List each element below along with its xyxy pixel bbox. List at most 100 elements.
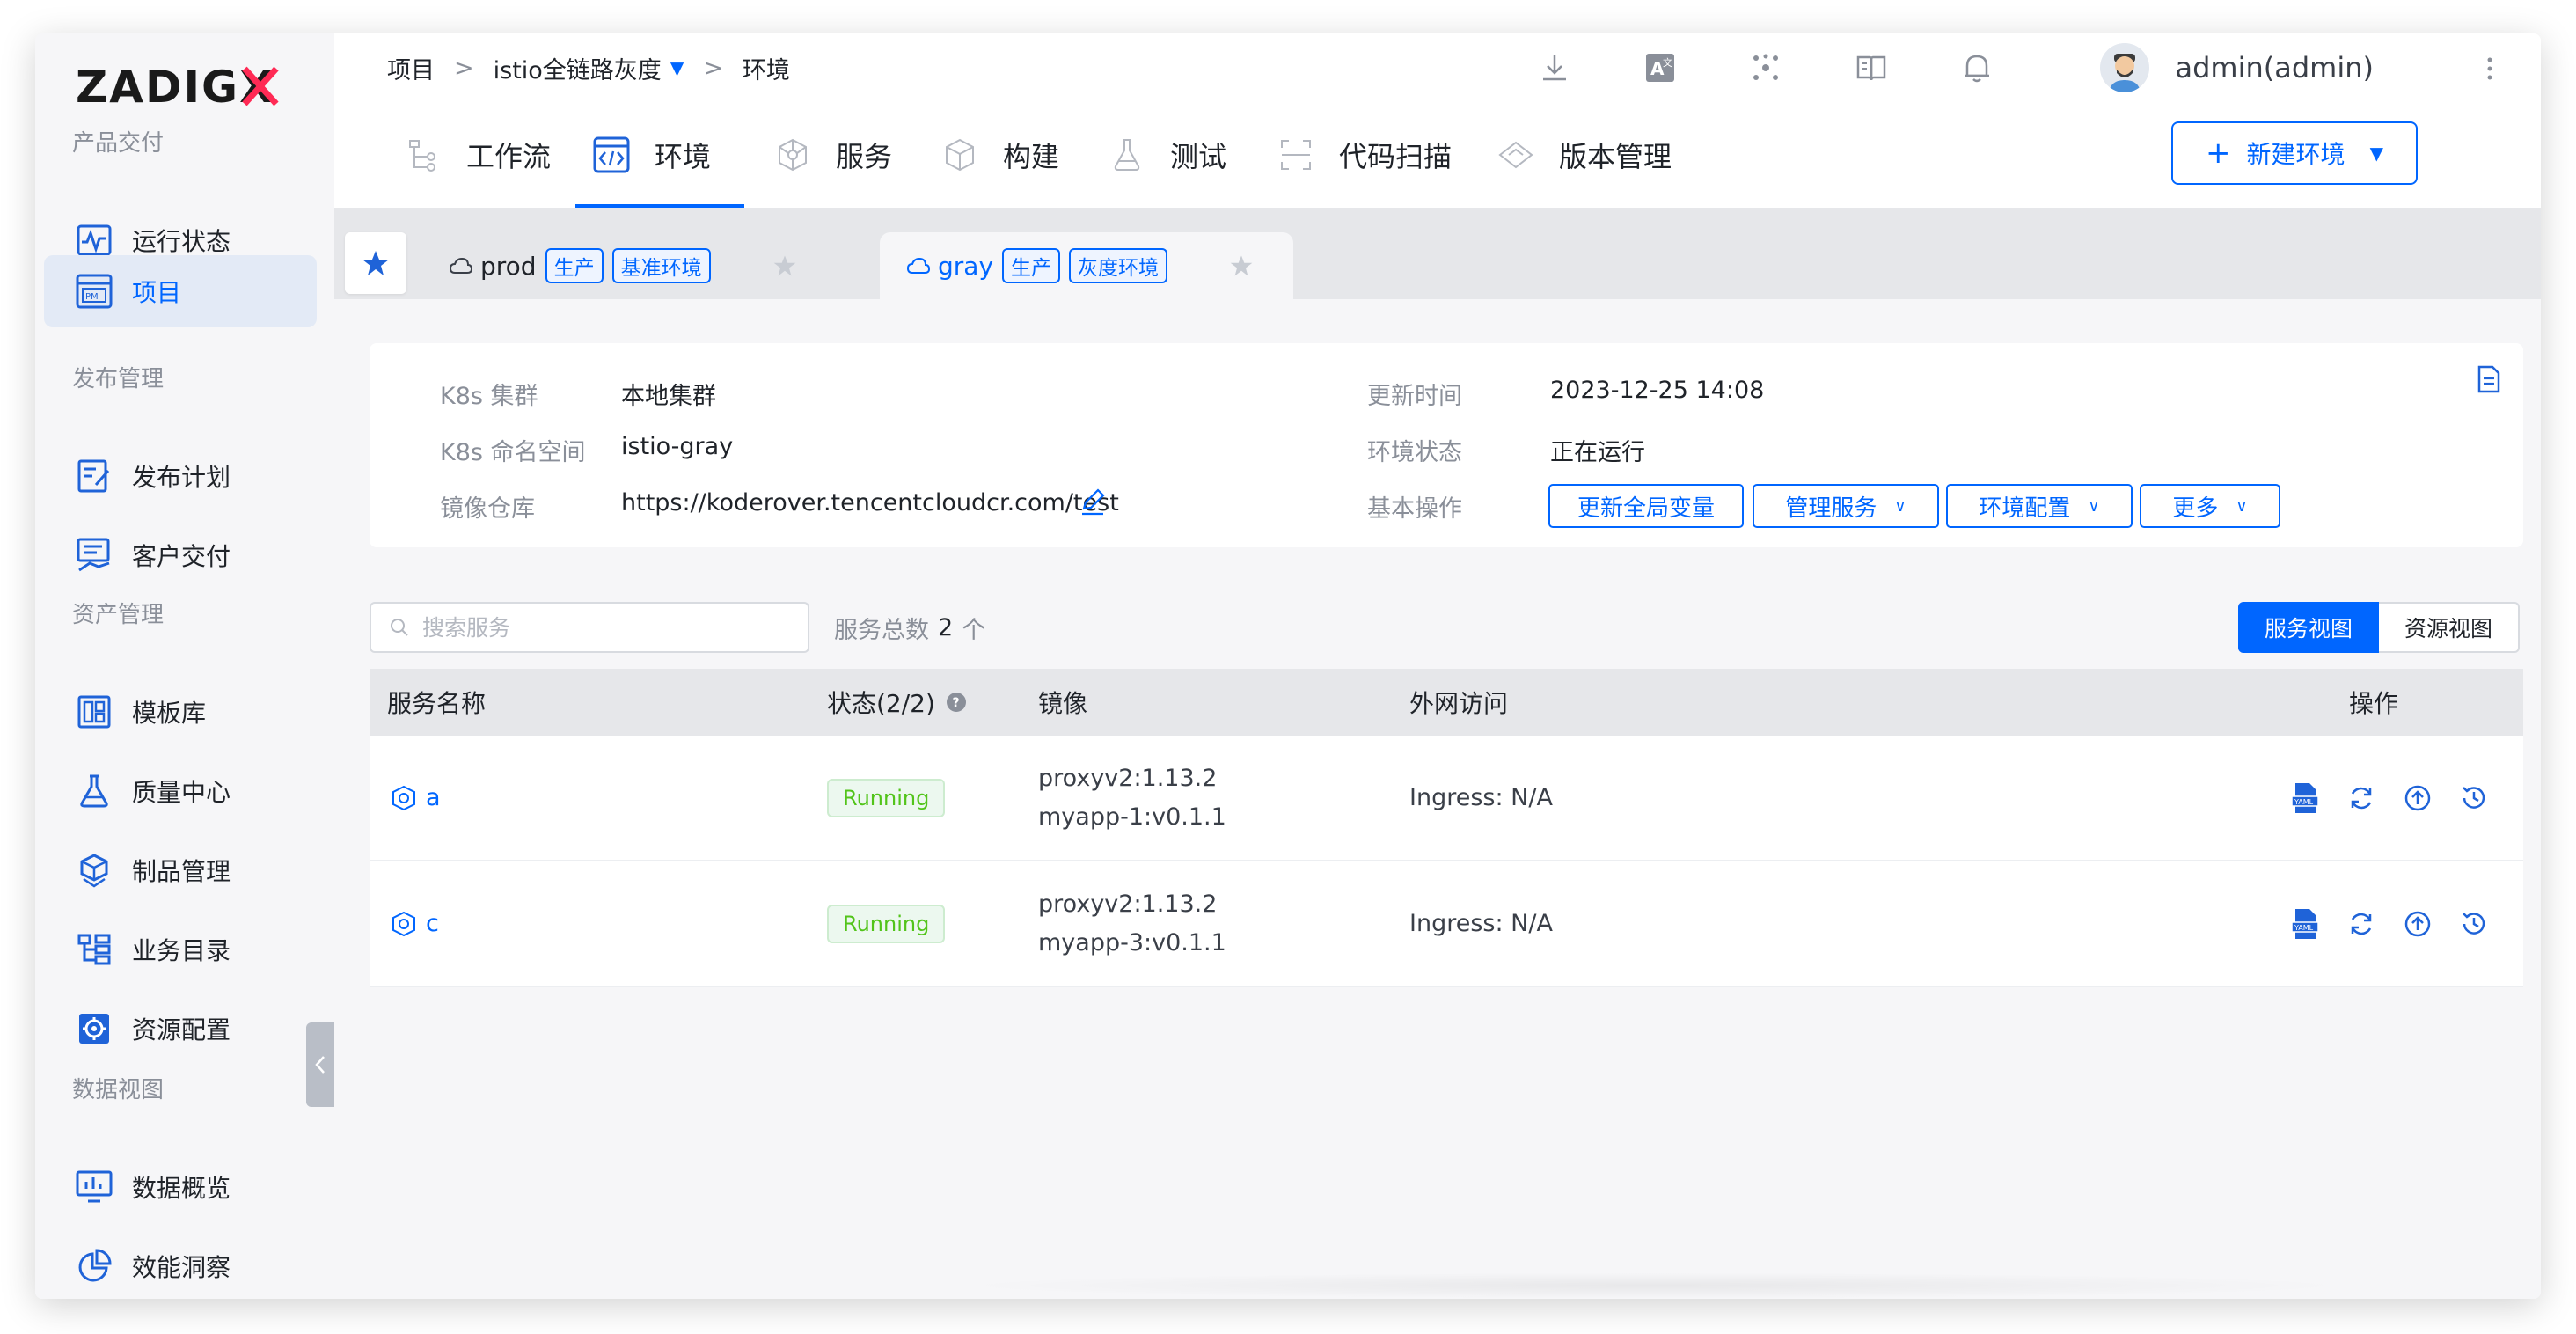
yaml-file-icon[interactable]: YAML	[2289, 782, 2321, 814]
service-name-link[interactable]: c	[426, 910, 439, 937]
code-env-icon	[593, 136, 630, 173]
star-outline-icon[interactable]	[772, 253, 797, 278]
chevron-left-icon	[315, 1056, 325, 1074]
sidebar-item-project[interactable]: PM 项目	[44, 255, 317, 327]
star-outline-icon[interactable]	[1229, 253, 1254, 278]
more-vertical-icon[interactable]	[2481, 49, 2499, 88]
env-tab-gray[interactable]: gray 生产 灰度环境	[880, 232, 1293, 299]
svg-text:PM: PM	[85, 292, 99, 302]
new-environment-button[interactable]: + 新建环境 ▼	[2171, 121, 2418, 185]
nav-label: 服务	[836, 140, 893, 173]
upgrade-icon[interactable]	[2402, 908, 2433, 940]
app-window: ZADIGX 产品交付 运行状态 PM 项目 发布管理 发布计划 客户交付 资产…	[35, 33, 2541, 1299]
search-input[interactable]	[421, 613, 794, 641]
nav-label: 代码扫描	[1339, 140, 1453, 173]
edit-pencil-icon[interactable]	[1079, 487, 1107, 516]
button-label: 环境配置	[1979, 495, 2071, 522]
more-button[interactable]: 更多 ∨	[2140, 484, 2280, 528]
actions-cell: YAML	[2289, 861, 2490, 986]
update-global-vars-button[interactable]: 更新全局变量	[1548, 484, 1744, 528]
sidebar-item-efficiency-insight[interactable]: 效能洞察	[44, 1230, 317, 1299]
decorative-shadow	[950, 1272, 2358, 1299]
service-search[interactable]	[370, 602, 809, 653]
sidebar-item-quality-center[interactable]: 质量中心	[44, 755, 317, 827]
sidebar-item-release-plan[interactable]: 发布计划	[44, 440, 317, 512]
zadigx-logo[interactable]: ZADIGX	[72, 48, 283, 127]
search-icon	[391, 619, 408, 636]
history-icon[interactable]	[2458, 908, 2490, 940]
breadcrumb-project-name[interactable]: istio全链路灰度	[494, 51, 662, 85]
sidebar-item-customer-delivery[interactable]: 客户交付	[44, 519, 317, 591]
service-count-value: 2	[938, 613, 954, 641]
chevron-down-icon: ∨	[2236, 496, 2248, 516]
resource-view-button[interactable]: 资源视图	[2379, 602, 2520, 653]
user-menu[interactable]: admin(admin)	[2099, 33, 2375, 102]
sidebar-section-title: 资产管理	[72, 602, 165, 628]
env-tab-prod[interactable]: prod 生产 基准环境	[449, 232, 797, 299]
tab-workflow[interactable]: 工作流	[405, 102, 551, 208]
sidebar-item-template-library[interactable]: 模板库	[44, 676, 317, 748]
sidebar-collapse-handle[interactable]	[306, 1022, 334, 1107]
pulse-icon	[76, 222, 113, 259]
nav-label: 构建	[1003, 140, 1060, 173]
basic-ops-label: 基本操作	[1367, 495, 1462, 523]
sidebar-item-business-catalog[interactable]: 业务目录	[44, 913, 317, 986]
chevron-down-icon: ∨	[2088, 496, 2100, 516]
service-name-cell[interactable]: a	[391, 736, 441, 860]
sidebar-item-artifact-management[interactable]: 制品管理	[44, 834, 317, 906]
breadcrumb: 项目 > istio全链路灰度 ▼ > 环境	[387, 33, 790, 102]
service-name-cell[interactable]: c	[391, 861, 439, 986]
username: admin(admin)	[2175, 51, 2375, 84]
tab-service[interactable]: 服务	[774, 102, 892, 208]
template-icon	[76, 693, 113, 730]
upgrade-icon[interactable]	[2402, 782, 2433, 814]
namespace-value: istio-gray	[621, 433, 734, 460]
help-icon[interactable]: ?	[946, 692, 967, 713]
refresh-icon[interactable]	[2345, 782, 2377, 814]
main-content: 项目 > istio全链路灰度 ▼ > 环境 A文 admin(admin) 工…	[334, 33, 2541, 1299]
column-header-status: 状态(2/2) ?	[827, 669, 967, 736]
book-icon[interactable]	[1851, 48, 1892, 88]
translate-icon[interactable]: A文	[1640, 48, 1680, 88]
image-tag: proxyv2:1.13.2	[1038, 890, 1218, 918]
plus-icon: +	[2206, 136, 2231, 171]
column-header-external-access: 外网访问	[1409, 689, 1509, 718]
bell-icon[interactable]	[1957, 48, 1997, 88]
tab-build[interactable]: 构建	[941, 102, 1059, 208]
service-view-button[interactable]: 服务视图	[2238, 602, 2379, 653]
column-header-name: 服务名称	[387, 689, 487, 718]
status-cell: Running	[827, 861, 946, 986]
history-icon[interactable]	[2458, 782, 2490, 814]
sidebar-item-label: 资源配置	[132, 1015, 231, 1044]
tab-test[interactable]: 测试	[1109, 102, 1226, 208]
sidebar-item-resource-config[interactable]: 资源配置	[44, 993, 317, 1065]
caret-down-icon[interactable]: ▼	[670, 57, 684, 78]
sidebar-section-title: 产品交付	[72, 130, 165, 157]
image-tag: proxyv2:1.13.2	[1038, 764, 1218, 792]
refresh-icon[interactable]	[2345, 908, 2377, 940]
scan-icon	[1277, 136, 1314, 173]
customer-delivery-icon	[76, 537, 113, 574]
sidebar-item-data-overview[interactable]: 数据概览	[44, 1151, 317, 1223]
yaml-file-icon[interactable]: YAML	[2289, 908, 2321, 940]
favorite-filter-button[interactable]	[345, 232, 406, 294]
cluster-dots-icon[interactable]	[1745, 48, 1786, 88]
service-name-link[interactable]: a	[426, 784, 441, 811]
tab-code-scan[interactable]: 代码扫描	[1277, 102, 1452, 208]
column-header-image: 镜像	[1038, 689, 1088, 718]
cloud-icon	[449, 257, 473, 274]
diamond-icon	[1497, 136, 1534, 173]
service-hex-icon	[774, 136, 811, 173]
status-badge: Running	[827, 904, 946, 943]
tab-version-management[interactable]: 版本管理	[1497, 102, 1672, 208]
env-config-button[interactable]: 环境配置 ∨	[1946, 484, 2133, 528]
service-count: 服务总数 2 个	[834, 602, 985, 653]
document-icon[interactable]	[2476, 364, 2502, 394]
status-badge: Running	[827, 778, 946, 817]
updated-time-label: 更新时间	[1367, 383, 1462, 410]
sidebar: ZADIGX 产品交付 运行状态 PM 项目 发布管理 发布计划 客户交付 资产…	[35, 33, 334, 1299]
manage-services-button[interactable]: 管理服务 ∨	[1753, 484, 1939, 528]
breadcrumb-project[interactable]: 项目	[387, 51, 435, 85]
tab-environment[interactable]: 环境	[593, 102, 711, 208]
download-icon[interactable]	[1534, 48, 1575, 88]
